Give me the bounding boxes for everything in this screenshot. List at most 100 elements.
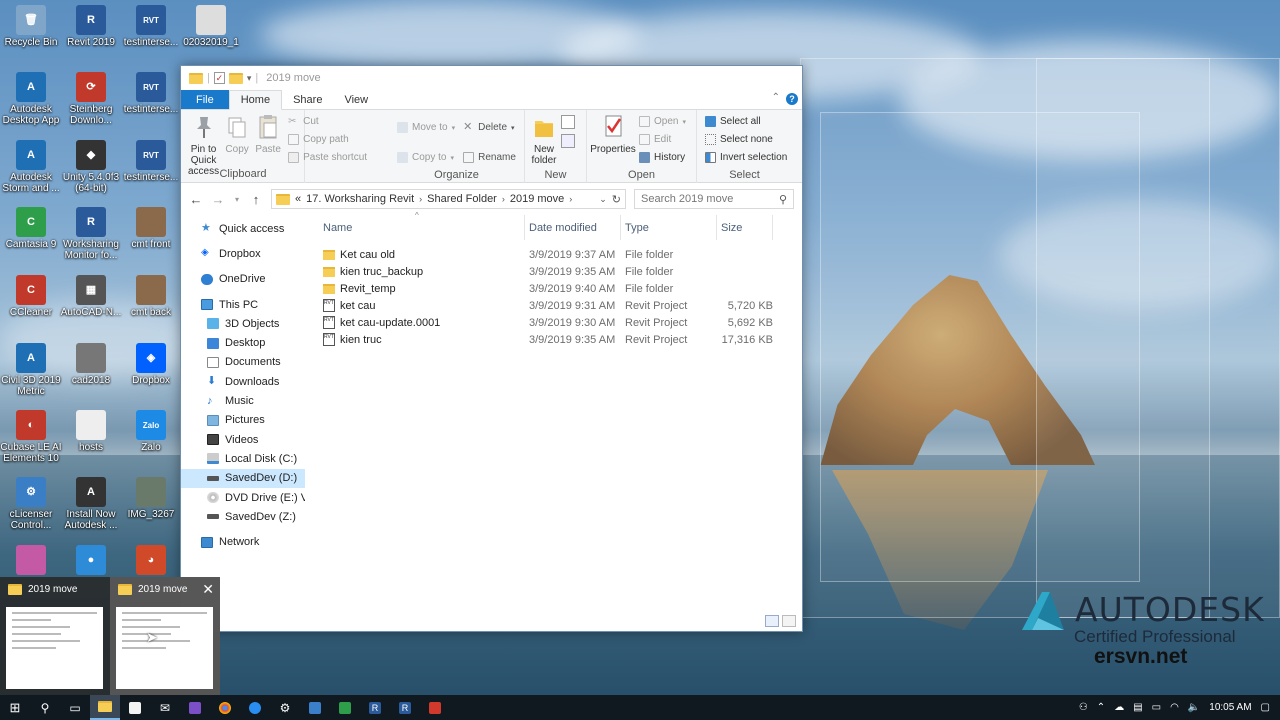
invert-selection-button[interactable]: Invert selection [705,149,787,166]
nav-pictures[interactable]: Pictures [181,411,305,430]
cloud-icon[interactable]: ☁ [1114,702,1124,713]
file-explorer-window[interactable]: | ✓ ▾ | 2019 move File Home Share View ⌃… [180,65,803,632]
delete-button[interactable]: ✕ Delete ▾ [463,119,516,136]
taskbar-visual-studio[interactable] [180,695,210,720]
taskbar-camtasia[interactable] [330,695,360,720]
column-header-name[interactable]: Name [319,215,525,240]
forward-arrow-icon[interactable]: → [211,192,225,207]
taskbar-file-explorer[interactable] [90,695,120,720]
notifications-icon[interactable]: ▢ [1261,702,1270,713]
nav-videos[interactable]: Videos [181,430,305,449]
chevron-up-icon[interactable]: ⌃ [1097,702,1105,713]
customize-qat-icon[interactable]: ▾ [247,73,252,84]
desktop-icon-11[interactable]: R Worksharing Monitor fo... [60,207,122,261]
desktop-icon-21[interactable]: Zalo Zalo [120,410,182,453]
desktop-icon-25[interactable] [0,545,62,577]
up-arrow-icon[interactable]: ↑ [249,192,263,207]
nav-documents[interactable]: Documents [181,353,305,372]
file-row[interactable]: kien truc_backup 3/9/2019 9:35 AM File fol… [319,263,802,280]
minimize-ribbon-icon[interactable]: ⌃ [772,92,780,103]
properties-icon[interactable]: ✓ [213,72,225,84]
desktop-icon-13[interactable]: C CCleaner [0,275,62,318]
thumbnail-window-2[interactable]: 2019 move ✕ ➤ [110,577,220,695]
file-row[interactable]: Revit_temp 3/9/2019 9:40 AM File folder [319,280,802,297]
task-view-button[interactable]: ▭ [60,695,90,720]
open-button[interactable]: Open ▾ [639,113,686,130]
desktop-icon-15[interactable]: cmt back [120,275,182,318]
file-row[interactable]: RVT ket cau-update.0001 3/9/2019 9:30 AM Re… [319,314,802,331]
network-icon[interactable]: ▤ [1133,702,1142,713]
desktop-icon-14[interactable]: ▦ AutoCAD-N... [60,275,122,318]
refresh-icon[interactable]: ↻ [612,193,621,206]
file-row[interactable]: Ket cau old 3/9/2019 9:37 AM File folder [319,246,802,263]
nav-downloads[interactable]: ⬇ Downloads [181,372,305,391]
column-header-type[interactable]: Type [621,215,717,240]
desktop-icon-10[interactable]: C Camtasia 9 [0,207,62,250]
desktop-icon-24[interactable]: IMG_3267 [120,477,182,520]
nav-quick-access[interactable]: ★ Quick access [181,219,305,238]
help-icon[interactable]: ? [786,93,798,105]
nav-local-disk-c[interactable]: Local Disk (C:) [181,449,305,468]
desktop-icon-12[interactable]: cmt front [120,207,182,250]
cut-button[interactable]: ✂ Cut [288,113,367,130]
file-row[interactable]: RVT ket cau 3/9/2019 9:31 AM Revit Project 5… [319,297,802,314]
tab-file[interactable]: File [181,90,229,109]
close-icon[interactable]: ✕ [202,581,214,598]
taskbar-revit-1[interactable]: R [360,695,390,720]
tab-view[interactable]: View [333,90,379,109]
breadcrumb-2[interactable]: Shared Folder [427,193,497,205]
volume-icon[interactable]: 🔈 [1188,702,1200,713]
desktop-icon-17[interactable]: cad2018 [60,343,122,386]
desktop-icon-5[interactable]: ⟳ Steinberg Downlo... [60,72,122,126]
move-to-button[interactable]: Move to ▾ [397,119,455,136]
nav-desktop[interactable]: Desktop [181,333,305,352]
desktop-icon-1[interactable]: R Revit 2019 [60,5,122,48]
search-button[interactable]: ⚲ [30,695,60,720]
desktop-icon-19[interactable]: ◐ Cubase LE AI Elements 10 [0,410,62,464]
address-overflow[interactable]: « [295,193,301,205]
column-header-date-modified[interactable]: Date modified [525,215,621,240]
chevron-right-icon[interactable]: › [502,194,505,204]
select-none-button[interactable]: Select none [705,131,787,148]
rename-button[interactable]: Rename [463,149,516,166]
desktop-icon-7[interactable]: A Autodesk Storm and ... [0,140,62,194]
taskbar-store[interactable] [120,695,150,720]
file-row[interactable]: RVT kien truc 3/9/2019 9:35 AM Revit Projec… [319,331,802,348]
nav-music[interactable]: ♪ Music [181,391,305,410]
desktop-icon-3[interactable]: 02032019_1 [180,5,242,48]
search-input[interactable]: Search 2019 move ⚲ [634,189,794,209]
nav-onedrive[interactable]: OneDrive [181,270,305,289]
breadcrumb-1[interactable]: 17. Worksharing Revit [306,193,414,205]
desktop-icon-0[interactable]: 🗑 Recycle Bin [0,5,62,48]
history-button[interactable]: History [639,149,686,166]
breadcrumb-3[interactable]: 2019 move [510,193,564,205]
chevron-right-icon[interactable]: › [569,194,572,204]
desktop-icon-23[interactable]: A Install Now Autodesk ... [60,477,122,531]
taskbar-mail[interactable]: ✉ [150,695,180,720]
desktop-icon-27[interactable]: ◕ [120,545,182,577]
clock[interactable]: 10:05 AM [1209,702,1251,713]
nav-this-pc[interactable]: This PC [181,295,305,314]
large-icons-view-icon[interactable] [782,615,796,627]
people-icon[interactable]: ⚇ [1079,702,1088,713]
start-button[interactable]: ⊞ [0,695,30,720]
battery-icon[interactable]: ▭ [1152,702,1161,713]
nav-saveddev-d[interactable]: SavedDev (D:) [181,468,305,488]
address-dropdown-icon[interactable]: ⌄ [599,194,607,205]
copy-path-button[interactable]: Copy path [288,131,367,148]
select-all-button[interactable]: Select all [705,113,787,130]
taskbar-revit-2[interactable]: R [390,695,420,720]
title-bar[interactable]: | ✓ ▾ | 2019 move [181,66,802,90]
nav-dvd-drive[interactable]: DVD Drive (E:) VS20 [181,488,305,507]
desktop-icon-16[interactable]: A Civil 3D 2019 Metric [0,343,62,397]
taskbar-app-red[interactable] [420,695,450,720]
desktop-icon-20[interactable]: hosts [60,410,122,453]
desktop-icon-26[interactable]: ● [60,545,122,577]
nav-saveddev-z[interactable]: SavedDev (Z:) [181,507,305,526]
nav-3d-objects[interactable]: 3D Objects [181,314,305,333]
wifi-icon[interactable]: ◠ [1170,702,1179,713]
thumbnail-window-1[interactable]: 2019 move [0,577,105,695]
column-header-size[interactable]: Size [717,215,773,240]
taskbar-chat[interactable] [240,695,270,720]
desktop-icon-4[interactable]: A Autodesk Desktop App [0,72,62,126]
